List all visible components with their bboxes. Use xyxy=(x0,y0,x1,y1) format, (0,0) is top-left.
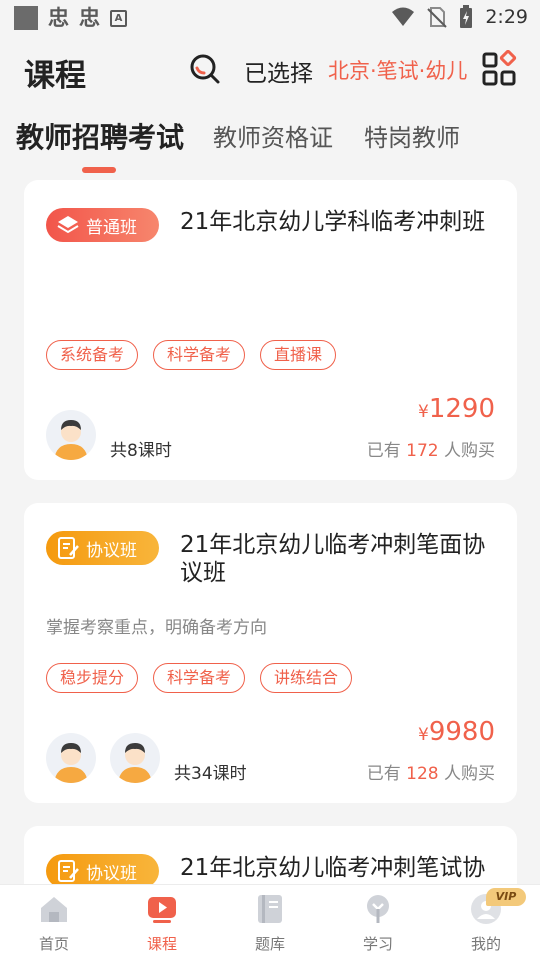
nav-label: 我的 xyxy=(470,935,501,953)
class-type-badge: 协议班 xyxy=(46,854,159,888)
play-icon xyxy=(148,897,176,923)
teacher-avatar-icon xyxy=(54,420,88,460)
search-icon xyxy=(190,54,220,84)
course-tag: 讲练结合 xyxy=(260,663,353,693)
book-icon xyxy=(258,895,282,923)
nav-item-question-bank[interactable]: 题库 xyxy=(216,893,324,954)
tab-special-post-teacher[interactable]: 特岗教师 xyxy=(364,118,460,153)
layers-icon xyxy=(57,216,79,234)
badge-label: 协议班 xyxy=(86,863,137,884)
notification-app-icon: 忠 xyxy=(48,6,69,30)
badge-label: 普通班 xyxy=(86,217,137,238)
course-card[interactable]: 普通班 21年北京幼儿学科临考冲刺班 系统备考 科学备考 直播课 共8课时 ¥1… xyxy=(24,180,517,480)
teacher-avatar xyxy=(46,410,96,460)
nav-label: 课程 xyxy=(146,935,177,953)
nav-item-home[interactable]: 首页 xyxy=(0,893,108,954)
currency-symbol: ¥ xyxy=(418,402,429,422)
teacher-avatar-icon xyxy=(118,743,152,783)
buyers-number: 128 xyxy=(406,764,439,784)
selected-label[interactable]: 已选择 xyxy=(244,54,313,88)
notification-a-icon: A xyxy=(110,9,127,27)
class-type-badge: 协议班 xyxy=(46,531,159,565)
nav-label: 学习 xyxy=(362,935,393,953)
tab-teacher-recruitment[interactable]: 教师招聘考试 xyxy=(16,116,184,156)
nav-label: 题库 xyxy=(254,935,285,953)
header: 课程 已选择 北京·笔试·幼儿 xyxy=(0,36,540,102)
course-tag: 稳步提分 xyxy=(46,663,139,693)
clock: 2:29 xyxy=(485,6,528,28)
course-title[interactable]: 21年北京幼儿学科临考冲刺班 xyxy=(180,208,497,236)
course-title[interactable]: 21年北京幼儿临考冲刺笔试协 xyxy=(180,854,497,882)
notification-square-icon xyxy=(14,6,38,30)
grid-icon xyxy=(482,49,517,86)
selected-filter-value[interactable]: 北京·笔试·幼儿 xyxy=(328,55,467,85)
battery-charging-icon xyxy=(460,5,473,28)
teacher-avatar xyxy=(110,733,160,783)
teacher-avatar xyxy=(46,733,96,783)
course-tags: 稳步提分 科学备考 讲练结合 xyxy=(46,663,353,693)
course-tag: 直播课 xyxy=(260,340,337,370)
search-button[interactable] xyxy=(188,52,222,86)
buyers-number: 172 xyxy=(406,441,439,461)
buyers-prefix: 已有 xyxy=(366,764,401,784)
buyer-count: 已有 128 人购买 xyxy=(367,759,495,784)
nav-item-study[interactable]: 学习 xyxy=(324,893,432,954)
buyer-count: 已有 172 人购买 xyxy=(367,436,495,461)
price-value: 9980 xyxy=(428,717,495,747)
home-icon xyxy=(41,897,67,922)
nav-item-courses[interactable]: 课程 xyxy=(108,893,216,954)
active-tab-indicator xyxy=(82,167,116,173)
course-title[interactable]: 21年北京幼儿临考冲刺笔面协议班 xyxy=(180,531,497,587)
course-tag: 系统备考 xyxy=(46,340,139,370)
wifi-icon xyxy=(392,7,415,26)
badge-label: 协议班 xyxy=(86,540,137,561)
teacher-avatar-icon xyxy=(54,743,88,783)
no-sim-icon xyxy=(427,7,448,28)
buyers-prefix: 已有 xyxy=(366,441,401,461)
course-description: 掌握考察重点，明确备考方向 xyxy=(46,618,267,638)
lesson-count: 共8课时 xyxy=(110,441,172,461)
buyers-suffix: 人购买 xyxy=(444,764,495,784)
course-price: ¥9980 xyxy=(418,717,495,747)
vip-badge: VIP xyxy=(486,888,526,906)
teacher-avatars xyxy=(46,410,96,460)
contract-icon xyxy=(58,860,79,882)
currency-symbol: ¥ xyxy=(418,725,429,745)
notification-app-icon-2: 忠 xyxy=(79,6,100,30)
category-grid-button[interactable] xyxy=(480,49,518,88)
course-tag: 科学备考 xyxy=(153,663,246,693)
bottom-nav: 首页 课程 题库 学习 我的 xyxy=(0,884,540,960)
class-type-badge: 普通班 xyxy=(46,208,159,242)
status-bar: 忠 忠 A 2:29 xyxy=(0,0,540,36)
teacher-avatars xyxy=(46,733,160,783)
course-price: ¥1290 xyxy=(418,394,495,424)
contract-icon xyxy=(58,537,79,559)
course-tag: 科学备考 xyxy=(153,340,246,370)
course-card[interactable]: 协议班 21年北京幼儿临考冲刺笔面协议班 掌握考察重点，明确备考方向 稳步提分 … xyxy=(24,503,517,803)
lesson-count: 共34课时 xyxy=(174,764,247,784)
nav-label: 首页 xyxy=(38,935,69,953)
tab-teacher-certificate[interactable]: 教师资格证 xyxy=(213,118,333,153)
course-tags: 系统备考 科学备考 直播课 xyxy=(46,340,337,370)
lightbulb-icon xyxy=(367,895,389,923)
page-title: 课程 xyxy=(24,58,86,94)
price-value: 1290 xyxy=(428,394,495,424)
buyers-suffix: 人购买 xyxy=(444,441,495,461)
category-tabs: 教师招聘考试 教师资格证 特岗教师 xyxy=(0,102,540,174)
